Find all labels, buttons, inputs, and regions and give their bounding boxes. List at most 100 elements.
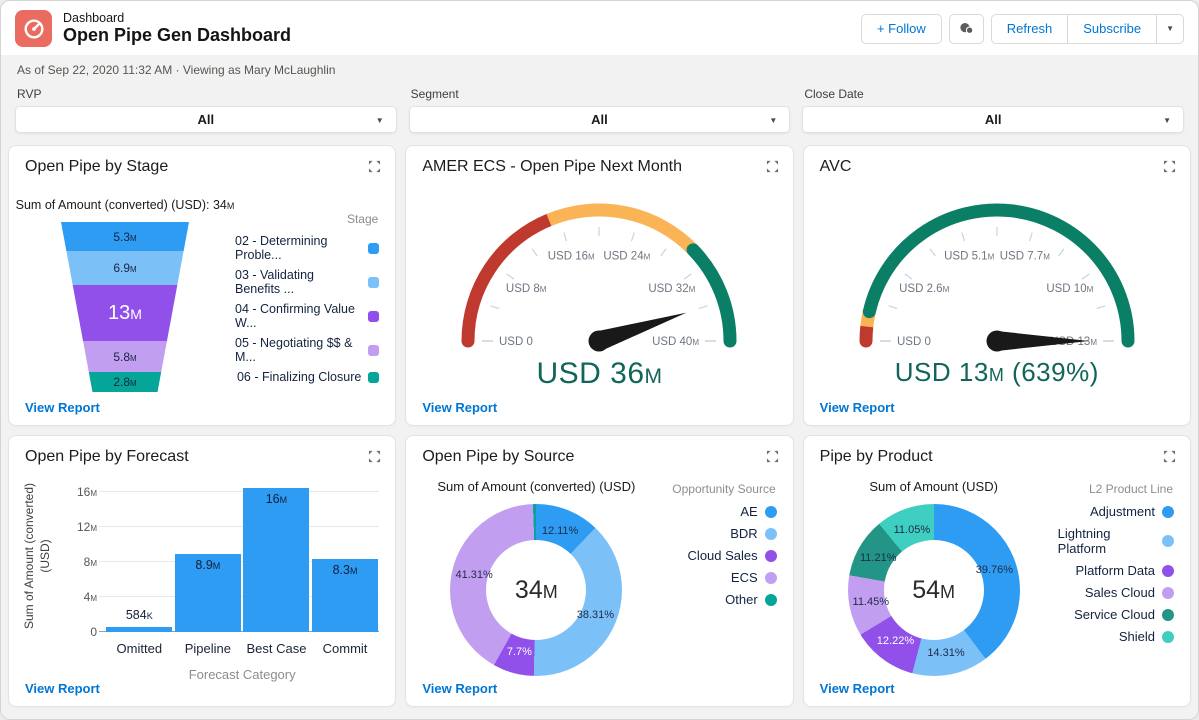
legend-item: 02 - Determining Proble... (235, 234, 379, 262)
gauge-tick (684, 274, 691, 279)
x-axis-categories: OmittedPipelineBest CaseCommit (105, 641, 379, 656)
view-report-link[interactable]: View Report (25, 681, 100, 696)
gauge-tick-label: USD 16m (548, 250, 595, 262)
filter-label: Close Date (804, 87, 1184, 101)
view-report-link[interactable]: View Report (25, 400, 100, 415)
panel-title: AVC (820, 158, 852, 176)
expand-icon[interactable] (766, 450, 779, 463)
bar: 8.9m (175, 554, 241, 632)
more-actions-button[interactable]: ▼ (1156, 14, 1184, 44)
gauge-tick (1097, 306, 1106, 309)
segment-filter-select[interactable]: All ▼ (409, 106, 791, 133)
panel-amer-ecs-open-pipe-next-month: AMER ECS - Open Pipe Next Month USD 0USD… (405, 145, 793, 426)
gauge-tick-label: USD 5.1m (944, 250, 994, 262)
widget-grid: Open Pipe by Stage Sum of Amount (conver… (1, 143, 1198, 714)
chatter-button[interactable] (949, 14, 984, 44)
legend-swatch (368, 345, 379, 356)
expand-icon[interactable] (1163, 450, 1176, 463)
filter-row: RVP All ▼ Segment All ▼ Close Date All ▼ (1, 79, 1198, 143)
filter-value: All (591, 112, 608, 127)
x-axis-title: Forecast Category (105, 667, 379, 682)
legend-title: Opportunity Source (660, 482, 776, 496)
legend-item: Other (660, 592, 776, 607)
legend-title: Stage (235, 212, 379, 226)
legend-item: Shield (1058, 629, 1174, 644)
legend-item: 06 - Finalizing Closure (235, 370, 379, 384)
expand-icon[interactable] (368, 160, 381, 173)
filter-value: All (198, 112, 215, 127)
legend-item: Lightning Platform (1058, 526, 1174, 556)
legend-swatch (1162, 587, 1174, 599)
slice-label: 11.45% (853, 596, 890, 608)
filter-label: Segment (411, 87, 791, 101)
bar: 584k (106, 627, 172, 632)
legend-swatch (765, 572, 777, 584)
expand-icon[interactable] (368, 450, 381, 463)
filter-value: All (985, 112, 1002, 127)
legend-swatch (368, 277, 379, 288)
panel-open-pipe-by-stage: Open Pipe by Stage Sum of Amount (conver… (8, 145, 396, 426)
dashboard-meta: As of Sep 22, 2020 11:32 AM · Viewing as… (1, 55, 1198, 79)
refresh-button[interactable]: Refresh (991, 14, 1068, 44)
y-axis-tick-label: 8m (59, 555, 97, 569)
filter-rvp: RVP All ▼ (15, 87, 397, 133)
funnel-chart: 5.3m6.9m13m5.8m2.8m (61, 222, 189, 392)
gauge-tick-label: USD 24m (604, 250, 651, 262)
donut-chart: 54m 39.76%14.31%12.22%11.45%11.21%11.05% (848, 504, 1020, 676)
slice-label: 14.31% (927, 647, 964, 659)
legend-swatch (765, 506, 777, 518)
expand-icon[interactable] (766, 160, 779, 173)
slice-label: 7.7% (507, 646, 532, 658)
record-type-label: Dashboard (63, 11, 861, 25)
gauge-needle-pivot (589, 331, 610, 352)
follow-button[interactable]: + Follow (861, 14, 942, 44)
legend-item: AE (660, 504, 776, 519)
gauge-tick (699, 306, 708, 309)
chevron-down-icon: ▼ (376, 116, 384, 125)
rvp-filter-select[interactable]: All ▼ (15, 106, 397, 133)
y-axis-tick-label: 0 (59, 625, 97, 639)
legend-item: 05 - Negotiating $$ & M... (235, 336, 379, 364)
filter-segment: Segment All ▼ (409, 87, 791, 133)
expand-icon[interactable] (1163, 160, 1176, 173)
slice-label: 12.11% (542, 525, 579, 537)
gauge-needle-pivot (986, 331, 1007, 352)
donut-chart: 34m 12.11%38.31%7.7%41.31% (450, 504, 622, 676)
gauge-band (869, 210, 1128, 341)
close-date-filter-select[interactable]: All ▼ (802, 106, 1184, 133)
gauge-tick (532, 249, 537, 256)
x-axis-category-label: Pipeline (174, 641, 243, 656)
subscribe-button[interactable]: Subscribe (1067, 14, 1156, 44)
y-axis-tick-label: 4m (59, 590, 97, 604)
legend-item: Sales Cloud (1058, 585, 1174, 600)
funnel-segment: 5.8m (61, 341, 189, 372)
dashboard-icon (15, 10, 52, 47)
filter-label: RVP (17, 87, 397, 101)
view-report-link[interactable]: View Report (422, 681, 497, 696)
gauge-tick (1059, 249, 1064, 256)
donut-legend: L2 Product Line AdjustmentLightning Plat… (1058, 466, 1182, 676)
gauge-tick (632, 233, 635, 242)
donut-total: 34m (515, 576, 558, 605)
slice-label: 11.05% (894, 524, 931, 536)
chatter-icon (959, 22, 974, 35)
x-axis-category-label: Best Case (242, 641, 311, 656)
gauge-tick (905, 274, 912, 279)
gauge-tick (930, 249, 935, 256)
view-report-link[interactable]: View Report (422, 400, 497, 415)
legend-swatch (1162, 631, 1174, 643)
view-report-link[interactable]: View Report (820, 400, 895, 415)
gauge-tick (888, 306, 897, 309)
gauge-band (468, 220, 549, 341)
y-axis-tick-label: 16m (59, 485, 97, 499)
legend-swatch (765, 594, 777, 606)
bar-chart: Sum of Amount (converted)(USD) 16m12m8m4… (9, 466, 395, 682)
slice-label: 12.22% (877, 635, 914, 647)
gauge-tick (1082, 274, 1089, 279)
gauge-tick-label: USD 7.7m (1000, 250, 1050, 262)
slice-label: 11.21% (860, 552, 897, 564)
view-report-link[interactable]: View Report (820, 681, 895, 696)
chevron-down-icon: ▼ (769, 116, 777, 125)
panel-title: Pipe by Product (820, 448, 933, 466)
gauge-tick-label: USD 0 (499, 336, 533, 348)
